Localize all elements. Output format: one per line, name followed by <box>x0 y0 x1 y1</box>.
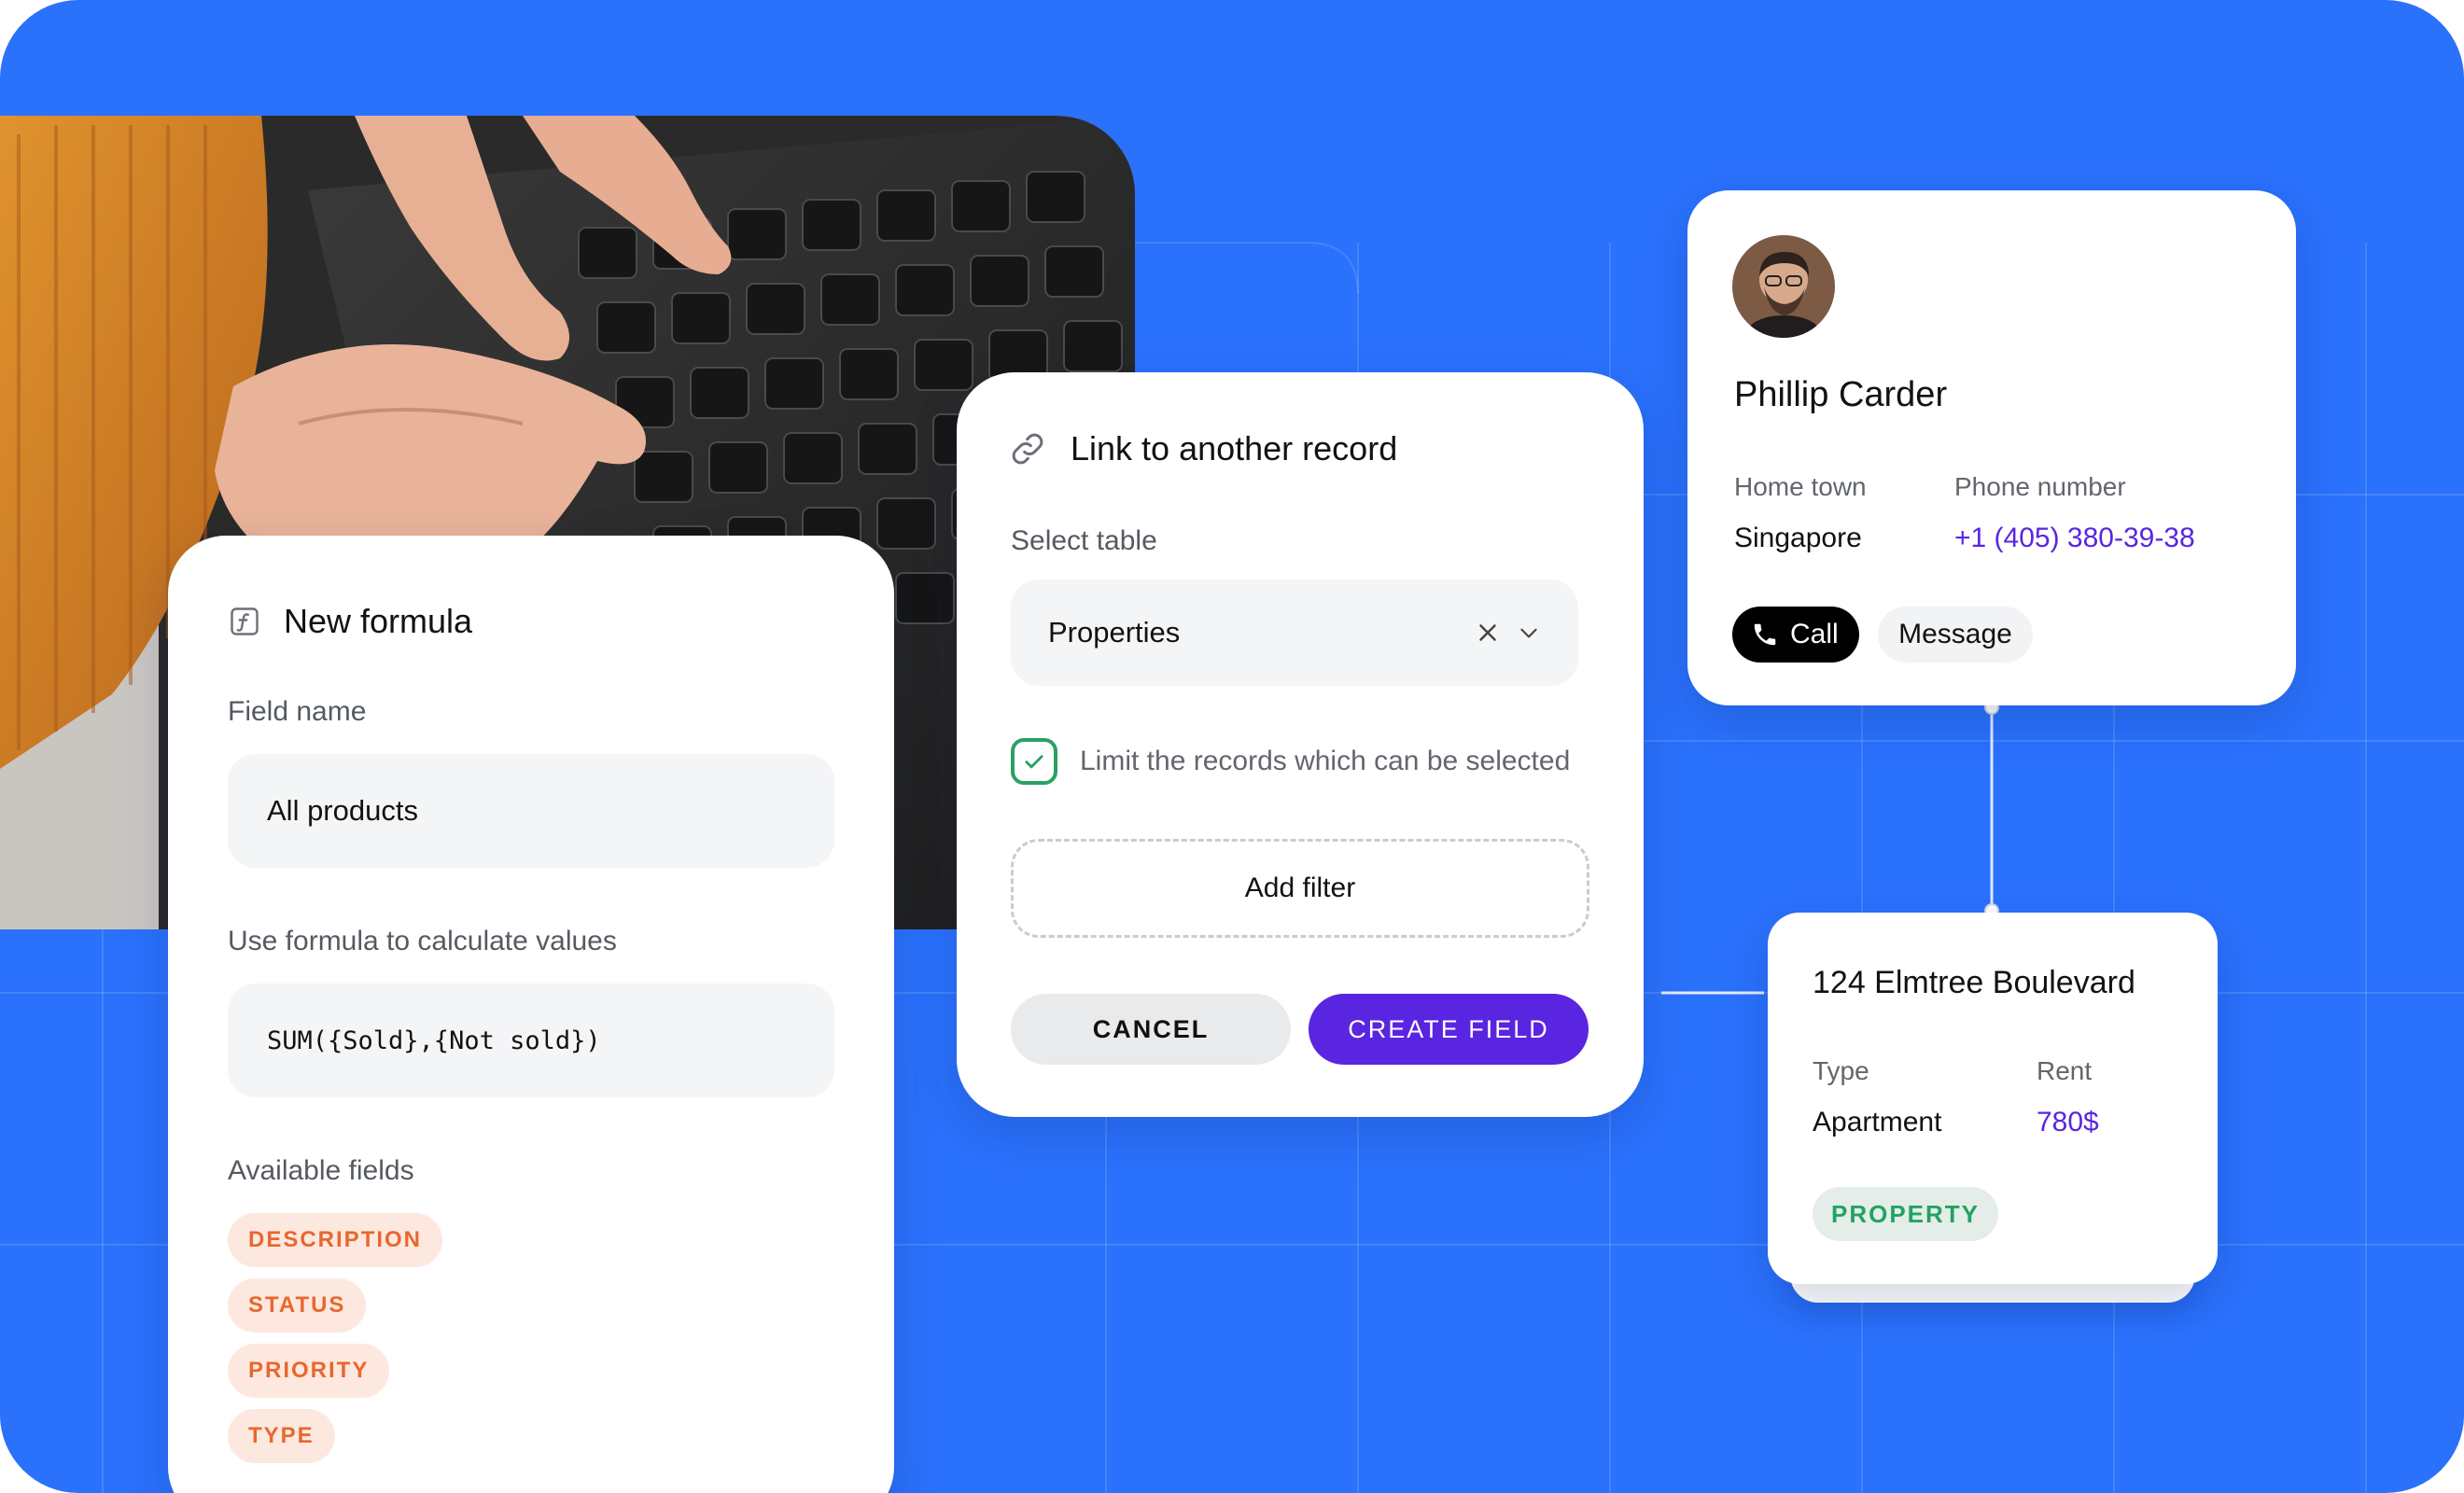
home-town-value: Singapore <box>1734 523 1862 553</box>
type-label: Type <box>1813 1056 1869 1085</box>
property-card[interactable]: 124 Elmtree Boulevard Type Apartment Ren… <box>1768 913 2218 1284</box>
field-chip-type[interactable]: TYPE <box>228 1409 335 1463</box>
hero-canvas: 124 Elmtree Boulevard Type Apartment Ren… <box>0 0 2464 1493</box>
property-address: 124 Elmtree Boulevard <box>1813 965 2135 1000</box>
rent-label: Rent <box>2037 1056 2093 1085</box>
home-town-label: Home town <box>1734 472 1867 501</box>
phone-link[interactable]: +1 (405) 380-39-38 <box>1954 523 2195 554</box>
formula-title: New formula <box>284 602 473 640</box>
field-name-label: Field name <box>228 696 367 727</box>
table-select-value: Properties <box>1048 616 1181 649</box>
create-field-button[interactable]: CREATE FIELD <box>1309 994 1589 1065</box>
cancel-button[interactable]: CANCEL <box>1011 994 1291 1065</box>
property-tag: PROPERTY <box>1813 1187 1999 1241</box>
link-icon <box>1012 433 1043 465</box>
call-label: Call <box>1790 619 1839 649</box>
field-chip-priority[interactable]: PRIORITY <box>228 1344 390 1398</box>
field-name-input[interactable]: All products <box>228 754 834 868</box>
dialog-title: Link to another record <box>1071 429 1398 467</box>
link-record-dialog: Link to another record Select table Prop… <box>957 372 1644 1117</box>
dialog-header: Link to another record <box>1009 426 1397 471</box>
function-icon <box>231 607 259 635</box>
call-button[interactable]: Call <box>1732 607 1859 663</box>
formula-label: Use formula to calculate values <box>228 926 617 956</box>
avatar-portrait <box>1732 235 1835 338</box>
message-button[interactable]: Message <box>1878 607 2033 663</box>
phone-label: Phone number <box>1954 472 2126 501</box>
table-select[interactable]: Properties <box>1011 579 1578 686</box>
formula-input[interactable]: SUM({Sold},{Not sold}) <box>228 984 834 1097</box>
formula-header: New formula <box>228 599 472 644</box>
avatar <box>1732 235 1835 338</box>
rent-value: 780$ <box>2037 1107 2099 1137</box>
field-chip-status[interactable]: STATUS <box>228 1278 367 1333</box>
contact-name: Phillip Carder <box>1734 375 1948 414</box>
select-table-label: Select table <box>1011 525 1157 556</box>
chevron-down-icon[interactable] <box>1517 621 1541 645</box>
field-chip-description[interactable]: DESCRIPTION <box>228 1213 443 1267</box>
type-value: Apartment <box>1813 1107 1942 1137</box>
limit-records-checkbox[interactable] <box>1011 738 1057 785</box>
check-icon <box>1025 755 1043 769</box>
phone-icon <box>1754 623 1776 646</box>
limit-records-option[interactable]: Limit the records which can be selected <box>1011 738 1570 785</box>
new-formula-panel: New formula Field name All products Use … <box>168 536 894 1493</box>
contact-card: Phillip Carder Home town Singapore Phone… <box>1687 190 2296 705</box>
limit-records-label: Limit the records which can be selected <box>1080 746 1571 776</box>
add-filter-button[interactable]: Add filter <box>1011 839 1589 938</box>
available-fields-label: Available fields <box>228 1155 414 1186</box>
close-icon[interactable] <box>1474 619 1502 647</box>
